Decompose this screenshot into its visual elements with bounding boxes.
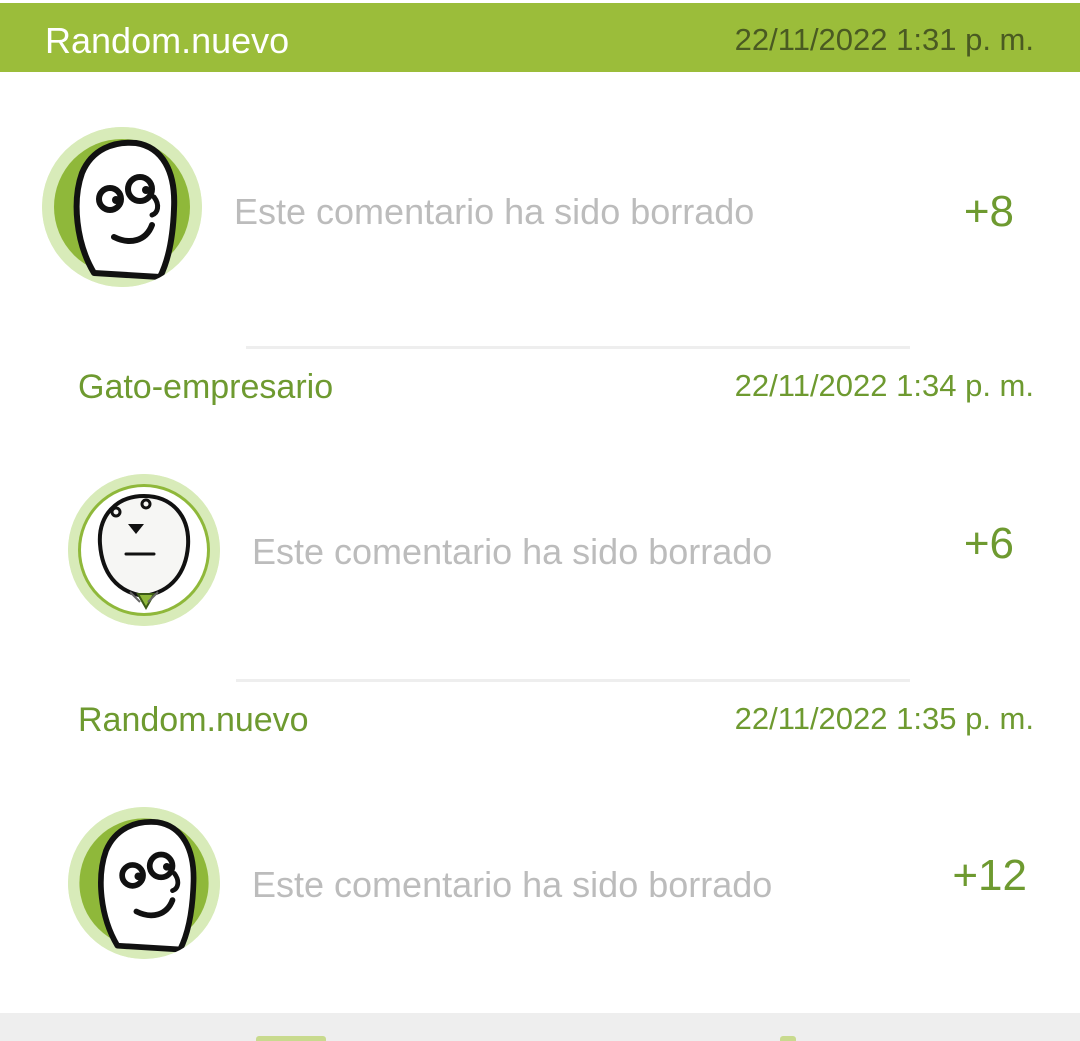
nav-icon[interactable] — [256, 1036, 326, 1041]
deleted-comment-text: Este comentario ha sido borrado — [234, 191, 755, 232]
deleted-comment-text: Este comentario ha sido borrado — [252, 864, 773, 905]
avatar[interactable] — [68, 807, 220, 959]
comment-score: +12 — [952, 851, 1027, 900]
comment-author[interactable]: Random.nuevo — [78, 700, 309, 740]
smiling-face-icon — [68, 807, 220, 959]
comment-divider — [236, 679, 910, 682]
comment-header-bar[interactable]: Random.nuevo 22/11/2022 1:31 p. m. — [0, 3, 1080, 72]
avatar[interactable] — [68, 474, 220, 626]
comment-score: +8 — [963, 187, 1014, 236]
comment-timestamp: 22/11/2022 1:31 p. m. — [734, 22, 1034, 57]
smiling-face-icon — [42, 127, 202, 287]
comment-score: +6 — [963, 519, 1014, 568]
comment-divider — [246, 346, 910, 349]
bottom-navigation-bar[interactable] — [0, 1013, 1080, 1041]
comment-author[interactable]: Random.nuevo — [45, 21, 289, 61]
comment-timestamp: 22/11/2022 1:34 p. m. — [734, 368, 1034, 403]
businessman-cat-icon — [68, 474, 220, 626]
deleted-comment-text: Este comentario ha sido borrado — [252, 531, 773, 572]
comment-timestamp: 22/11/2022 1:35 p. m. — [734, 701, 1034, 736]
comment-author[interactable]: Gato-empresario — [78, 367, 333, 407]
nav-icon[interactable] — [780, 1036, 796, 1041]
avatar[interactable] — [42, 127, 202, 287]
